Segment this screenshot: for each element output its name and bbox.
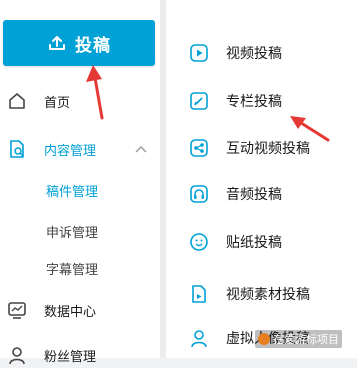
sidebar-item-fans[interactable]: 粉丝管理	[0, 342, 96, 368]
watermark: 在爱游标项目	[255, 330, 342, 348]
menu-item-video-material[interactable]: 视频素材投稿	[166, 277, 357, 311]
content-manage-icon	[6, 138, 28, 160]
interactive-video-icon	[188, 137, 210, 159]
sidebar-item-label: 粉丝管理	[44, 349, 97, 365]
upload-icon	[47, 33, 67, 53]
sub-item-manuscript[interactable]: 稿件管理	[46, 181, 98, 200]
sidebar-item-label: 首页	[44, 95, 71, 111]
sub-item-subtitle[interactable]: 字幕管理	[46, 259, 98, 278]
chevron-up-icon[interactable]	[135, 145, 147, 153]
sidebar-item-label: 数据中心	[44, 304, 97, 320]
sticker-upload-icon	[188, 231, 210, 253]
sidebar-item-data-center[interactable]: 数据中心	[0, 297, 96, 323]
sidebar-item-content-manage[interactable]: 内容管理	[0, 136, 96, 162]
upload-button[interactable]: 投稿	[3, 20, 155, 66]
upload-type-menu: 视频投稿 专栏投稿 互动视频投稿 音频投稿 贴纸投稿 视频素材投稿	[166, 0, 357, 358]
menu-item-article-upload[interactable]: 专栏投稿	[166, 84, 357, 118]
menu-item-label: 专栏投稿	[226, 94, 282, 110]
menu-item-interactive-video[interactable]: 互动视频投稿	[166, 131, 357, 165]
home-icon	[6, 90, 28, 112]
watermark-logo-icon	[258, 333, 270, 345]
menu-item-label: 音频投稿	[226, 187, 282, 203]
sub-item-appeal[interactable]: 申诉管理	[46, 222, 98, 241]
fans-icon	[6, 344, 28, 366]
menu-item-label: 视频投稿	[226, 46, 282, 62]
sidebar-item-home[interactable]: 首页	[0, 88, 70, 114]
menu-item-label: 贴纸投稿	[226, 235, 282, 251]
watermark-text: 在爱游标项目	[273, 333, 339, 346]
video-upload-icon	[188, 42, 210, 64]
menu-item-sticker-upload[interactable]: 贴纸投稿	[166, 225, 357, 259]
virtual-avatar-icon	[188, 327, 210, 349]
data-center-icon	[6, 299, 28, 321]
upload-button-label: 投稿	[75, 35, 111, 56]
audio-upload-icon	[188, 183, 210, 205]
menu-item-label: 互动视频投稿	[226, 141, 310, 157]
sidebar: 投稿 首页 内容管理 稿件管理 申诉管理 字幕管理 数据中心 粉丝管理	[0, 0, 160, 365]
menu-item-audio-upload[interactable]: 音频投稿	[166, 177, 357, 211]
article-upload-icon	[188, 90, 210, 112]
menu-item-label: 视频素材投稿	[226, 287, 310, 303]
sidebar-item-label: 内容管理	[44, 143, 97, 159]
video-material-icon	[188, 283, 210, 305]
menu-item-video-upload[interactable]: 视频投稿	[166, 36, 357, 70]
